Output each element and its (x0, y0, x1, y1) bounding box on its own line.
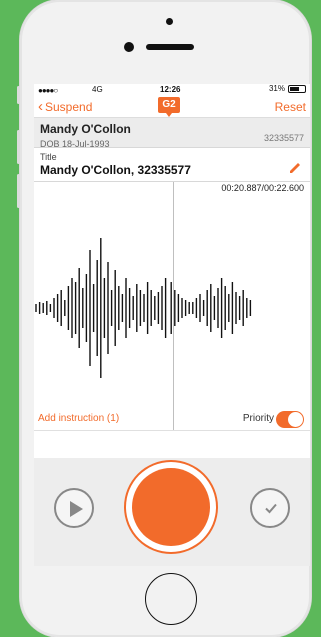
earpiece-speaker (146, 44, 194, 50)
signal-strength: ●●●●○ (38, 85, 58, 95)
mute-switch (17, 86, 20, 104)
audio-waveform (35, 238, 252, 378)
play-icon (70, 501, 83, 517)
g2-logo: G2 (158, 97, 180, 117)
front-camera (124, 42, 134, 52)
playhead-line[interactable] (173, 182, 174, 430)
record-icon (132, 468, 210, 546)
record-button[interactable] (126, 462, 216, 552)
home-button[interactable] (145, 573, 197, 625)
checkmark-icon (265, 503, 277, 514)
patient-id: 32335577 (263, 133, 304, 143)
chevron-left-icon: ‹ (38, 98, 43, 115)
battery-percent: 31% (268, 84, 285, 93)
network-type: 4G (92, 85, 103, 94)
toggle-knob (288, 412, 303, 427)
suspend-label: Suspend (45, 100, 93, 114)
reset-button[interactable]: Reset (275, 100, 306, 114)
done-button[interactable] (250, 488, 290, 528)
pencil-icon[interactable] (288, 160, 302, 174)
priority-label: Priority (242, 413, 274, 424)
volume-down-button (17, 174, 20, 208)
volume-up-button (17, 130, 20, 164)
recorder-controls (34, 458, 310, 566)
title-value: Mandy O'Collon, 32335577 (40, 163, 191, 177)
patient-header: Mandy O'Collon DOB 18-Jul-1993 32335577 (34, 118, 310, 149)
app-screen: ●●●●○ 4G 12:26 31% ‹ Suspend G2 Reset Ma… (34, 84, 310, 566)
add-instruction-link[interactable]: Add instruction (1) (38, 413, 119, 424)
sensor-dot (166, 18, 173, 25)
nav-bar: ‹ Suspend G2 Reset (34, 96, 310, 118)
title-label: Title (40, 152, 57, 162)
priority-toggle[interactable] (276, 411, 304, 428)
suspend-button[interactable]: ‹ Suspend (38, 98, 93, 115)
play-button[interactable] (54, 488, 94, 528)
waveform-area[interactable]: 00:20.887/00:22.600 Add instruction (1) … (34, 182, 310, 431)
status-bar: ●●●●○ 4G 12:26 31% (34, 84, 310, 96)
title-field[interactable]: Title Mandy O'Collon, 32335577 (34, 148, 310, 182)
status-time: 12:26 (160, 85, 181, 94)
battery-icon (288, 84, 306, 93)
